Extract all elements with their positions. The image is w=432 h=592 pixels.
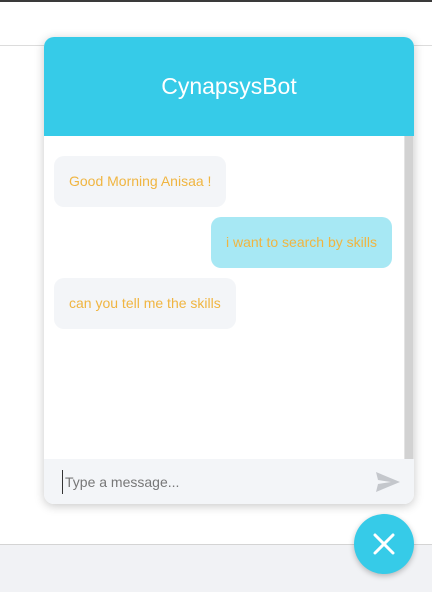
send-button[interactable] <box>372 468 404 496</box>
chat-header: CynapsysBot <box>44 37 414 136</box>
message-composer <box>44 459 414 504</box>
send-icon <box>376 472 400 492</box>
close-icon <box>373 533 395 555</box>
bot-message: can you tell me the skills <box>54 278 236 329</box>
user-message: i want to search by skills <box>211 217 392 268</box>
chat-messages[interactable]: Good Morning Anisaa ! i want to search b… <box>44 136 404 459</box>
chat-scrollbar[interactable] <box>404 136 414 459</box>
chat-scrollbar-thumb[interactable] <box>405 136 413 459</box>
chat-window: CynapsysBot Good Morning Anisaa ! i want… <box>44 37 414 504</box>
message-input[interactable] <box>62 470 365 494</box>
bot-message: Good Morning Anisaa ! <box>54 156 227 207</box>
chat-title: CynapsysBot <box>161 73 297 99</box>
close-chat-button[interactable] <box>354 514 414 574</box>
